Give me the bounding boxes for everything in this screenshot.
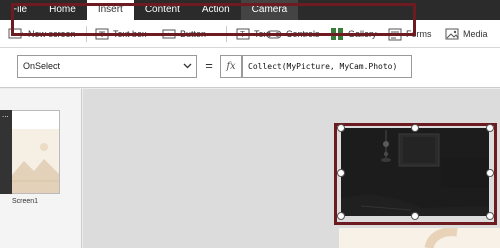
camera-control[interactable]	[341, 128, 489, 216]
resize-handle-top-left[interactable]	[337, 124, 345, 132]
screen-background-art	[339, 228, 500, 248]
media-button[interactable]: Media	[445, 27, 488, 41]
camera-feed-image	[341, 128, 489, 216]
formula-highlight-frame	[11, 3, 416, 36]
media-label: Media	[463, 29, 488, 39]
resize-handle-top-right[interactable]	[486, 124, 494, 132]
property-value: OnSelect	[23, 61, 61, 71]
resize-handle-right[interactable]	[486, 169, 494, 177]
resize-handle-bottom-left[interactable]	[337, 212, 345, 220]
more-options-icon[interactable]: ...	[2, 111, 9, 119]
app-screen-preview	[339, 228, 500, 248]
resize-handle-top[interactable]	[411, 124, 419, 132]
equals-sign: =	[205, 58, 213, 73]
formula-input[interactable]: Collect(MyPicture, MyCam.Photo)	[242, 55, 412, 78]
property-dropdown[interactable]: OnSelect	[17, 55, 197, 78]
chevron-down-icon	[183, 63, 192, 69]
fx-button[interactable]: fx	[220, 55, 242, 78]
resize-handle-left[interactable]	[337, 169, 345, 177]
thumbnail-handle[interactable]	[0, 110, 12, 194]
resize-handle-bottom-right[interactable]	[486, 212, 494, 220]
screen-name-label: Screen1	[12, 198, 39, 205]
resize-handle-bottom[interactable]	[411, 212, 419, 220]
media-icon	[445, 28, 459, 40]
